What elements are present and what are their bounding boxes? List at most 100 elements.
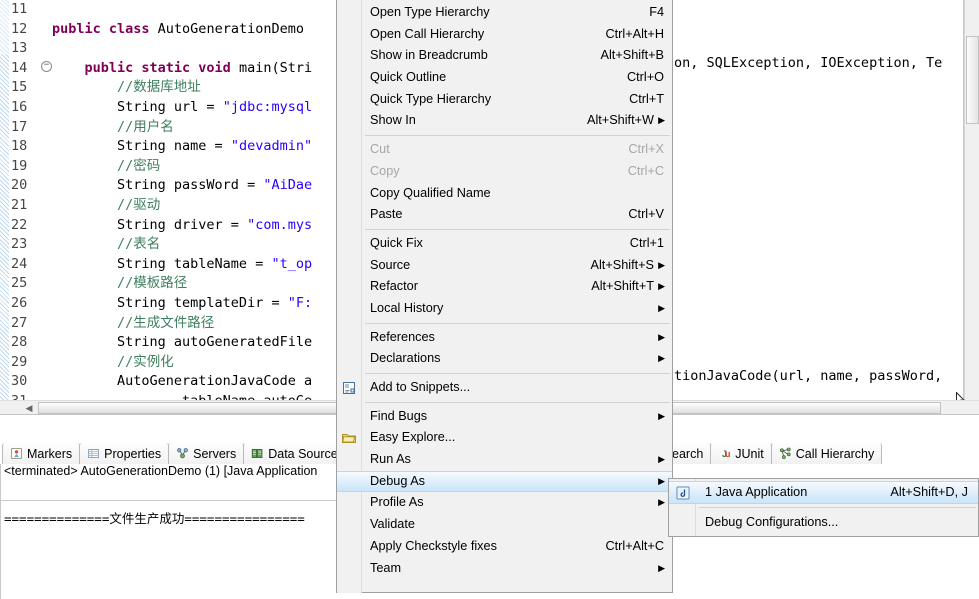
menu-item-open-call-hierarchy[interactable]: Open Call Hierarchy Ctrl+Alt+H bbox=[337, 24, 672, 46]
submenu-arrow-icon: ▶ bbox=[658, 410, 665, 421]
java-app-icon-wrap bbox=[675, 485, 691, 501]
snippet-icon bbox=[343, 382, 355, 394]
menu-item-run-as[interactable]: Run As ▶ bbox=[337, 449, 672, 471]
line-number: 26 bbox=[11, 294, 28, 311]
submenu-item-debug-configurations[interactable]: Debug Configurations... bbox=[669, 511, 978, 534]
line-number: 18 bbox=[11, 138, 28, 155]
menu-item-debug-as[interactable]: Debug As ▶ bbox=[337, 470, 672, 493]
code-text: public static void main(Stri bbox=[84, 59, 313, 76]
call-hierarchy-icon bbox=[779, 447, 791, 460]
code-text: String name = "devadmin" bbox=[52, 138, 313, 155]
menu-item-shortcut: Ctrl+T bbox=[629, 91, 664, 106]
menu-item-quick-fix[interactable]: Quick Fix Ctrl+1 bbox=[337, 233, 672, 255]
menu-item-label: Local History bbox=[370, 300, 444, 315]
junit-icon-wrap: Ju bbox=[718, 447, 731, 460]
menu-item-label: Quick Type Hierarchy bbox=[370, 91, 492, 106]
menu-item-team[interactable]: Team ▶ bbox=[337, 558, 672, 580]
editor-vertical-scrollbar[interactable] bbox=[964, 0, 979, 400]
debug-as-submenu[interactable]: 1 Java Application Alt+Shift+D, J Debug Co… bbox=[668, 478, 979, 537]
bottom-tab-label: earch bbox=[672, 446, 704, 461]
line-number: 12 bbox=[11, 20, 28, 37]
menu-item-local-history[interactable]: Local History ▶ bbox=[337, 298, 672, 320]
code-text: String driver = "com.mys bbox=[52, 216, 313, 233]
menu-item-quick-type-hierarchy[interactable]: Quick Type Hierarchy Ctrl+T bbox=[337, 89, 672, 111]
menu-item-refactor[interactable]: Refactor Alt+Shift+T ▶ bbox=[337, 276, 672, 298]
menu-item-label: Copy bbox=[370, 163, 400, 178]
menu-separator bbox=[365, 373, 670, 374]
folder-icon bbox=[342, 434, 356, 444]
menu-item-add-to-snippets[interactable]: Add to Snippets... bbox=[337, 377, 672, 399]
menu-item-source[interactable]: Source Alt+Shift+S ▶ bbox=[337, 255, 672, 277]
menu-item-label: Source bbox=[370, 257, 411, 272]
line-number: 15 bbox=[11, 79, 28, 96]
menu-item-show-in-breadcrumb[interactable]: Show in Breadcrumb Alt+Shift+B bbox=[337, 45, 672, 67]
console-terminated-label: <terminated> AutoGenerationDemo (1) [Jav… bbox=[4, 464, 318, 478]
menu-item-profile-as[interactable]: Profile As ▶ bbox=[337, 492, 672, 514]
menu-item-label: Paste bbox=[370, 207, 403, 222]
bottom-tab-call-hierarchy[interactable]: Call Hierarchy bbox=[770, 443, 883, 464]
menu-item-label: Open Call Hierarchy bbox=[370, 26, 485, 41]
line-number: 28 bbox=[11, 334, 28, 351]
vertical-scrollbar-thumb[interactable] bbox=[966, 36, 979, 124]
menu-item-references[interactable]: References ▶ bbox=[337, 327, 672, 349]
menu-separator bbox=[365, 401, 670, 403]
menu-item-shortcut: Ctrl+Alt+C bbox=[605, 538, 664, 553]
code-text: String autoGeneratedFile bbox=[52, 334, 313, 351]
submenu-arrow-icon: ▶ bbox=[658, 302, 665, 313]
line-number: 30 bbox=[11, 373, 28, 390]
code-text: AutoGenerationJavaCode a bbox=[52, 373, 313, 390]
line-number: 25 bbox=[11, 275, 28, 292]
menu-item-quick-outline[interactable]: Quick Outline Ctrl+O bbox=[337, 67, 672, 89]
menu-item-shortcut: Alt+Shift+W bbox=[587, 113, 654, 128]
code-text: //驱动 bbox=[117, 196, 161, 213]
menu-item-label: Easy Explore... bbox=[370, 430, 456, 445]
menu-item-paste[interactable]: Paste Ctrl+V bbox=[337, 204, 672, 226]
menu-item-declarations[interactable]: Declarations ▶ bbox=[337, 348, 672, 370]
code-fragment-bottom: tionJavaCode(url, name, passWord, bbox=[674, 368, 943, 384]
code-text: //表名 bbox=[117, 236, 161, 253]
code-text: String passWord = "AiDae bbox=[52, 177, 313, 194]
menu-item-shortcut: F4 bbox=[649, 5, 664, 19]
menu-item-copy: Copy Ctrl+C bbox=[337, 161, 672, 183]
menu-item-copy-qualified-name[interactable]: Copy Qualified Name bbox=[337, 183, 672, 205]
menu-item-find-bugs[interactable]: Find Bugs ▶ bbox=[337, 406, 672, 428]
line-number: 16 bbox=[11, 98, 28, 115]
editor-context-menu[interactable]: Open Type Hierarchy F4 Open Call Hierarchy… bbox=[336, 0, 673, 593]
menu-item-validate[interactable]: Validate bbox=[337, 514, 672, 536]
menu-item-shortcut: Ctrl+V bbox=[628, 207, 664, 222]
fold-collapse-icon[interactable] bbox=[41, 60, 52, 72]
line-number: 22 bbox=[11, 216, 28, 233]
line-number: 17 bbox=[11, 118, 28, 135]
console-output-line: ==============文件生产成功================ bbox=[4, 511, 305, 526]
line-number: 29 bbox=[11, 353, 28, 370]
menu-item-label: Profile As bbox=[370, 495, 424, 510]
submenu-item-label: 1 Java Application bbox=[705, 485, 808, 499]
menu-item-apply-checkstyle-fixes[interactable]: Apply Checkstyle fixes Ctrl+Alt+C bbox=[337, 536, 672, 558]
submenu-item-list[interactable]: 1 Java Application Alt+Shift+D, J Debug Co… bbox=[669, 479, 978, 536]
code-text: String tableName = "t_op bbox=[52, 255, 313, 272]
java-app-icon bbox=[676, 486, 690, 500]
line-number: 13 bbox=[11, 40, 28, 57]
menu-item-show-in[interactable]: Show In Alt+Shift+W ▶ bbox=[337, 110, 672, 132]
code-text: //用户名 bbox=[117, 118, 174, 135]
submenu-item-label: Debug Configurations... bbox=[705, 515, 839, 529]
menu-item-easy-explore[interactable]: Easy Explore... bbox=[337, 427, 672, 449]
code-text: //数据库地址 bbox=[117, 79, 201, 96]
snippet-icon-wrap bbox=[341, 380, 357, 396]
menu-item-label: Validate bbox=[370, 517, 415, 532]
menu-item-label: Team bbox=[370, 560, 402, 575]
code-text: String url = "jdbc:mysql bbox=[52, 98, 313, 115]
menu-item-shortcut: Alt+Shift+S bbox=[590, 257, 654, 272]
bottom-tab-junit[interactable]: Ju JUnit bbox=[710, 443, 772, 464]
junit-icon: Ju bbox=[722, 449, 730, 459]
submenu-item-1-java-application[interactable]: 1 Java Application Alt+Shift+D, J bbox=[669, 481, 978, 504]
line-number: 27 bbox=[11, 314, 28, 331]
code-text: //生成文件路径 bbox=[117, 314, 215, 331]
submenu-item-shortcut: Alt+Shift+D, J bbox=[890, 485, 968, 499]
menu-item-label: Show In bbox=[370, 113, 416, 128]
menu-item-shortcut: Alt+Shift+T bbox=[591, 279, 654, 294]
line-number: 21 bbox=[11, 196, 28, 213]
menu-item-open-type-hierarchy[interactable]: Open Type Hierarchy F4 bbox=[337, 2, 672, 24]
context-menu-item-list[interactable]: Open Type Hierarchy F4 Open Call Hierarchy… bbox=[337, 0, 672, 579]
scroll-left-arrow[interactable]: ◀ bbox=[22, 402, 36, 414]
